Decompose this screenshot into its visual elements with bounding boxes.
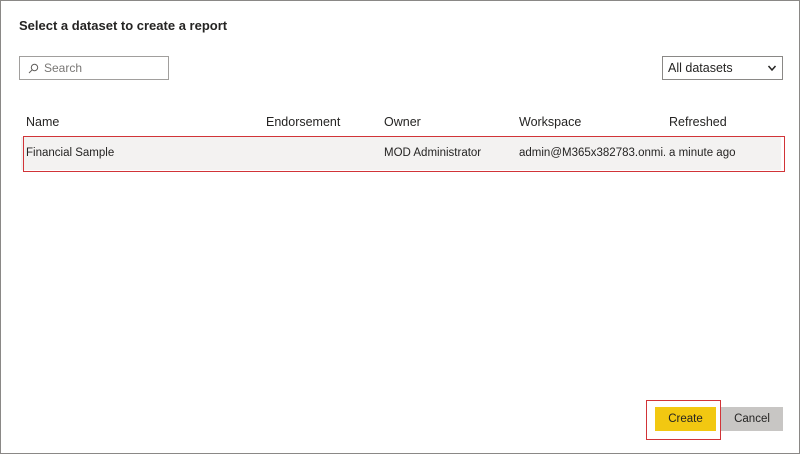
column-header-owner[interactable]: Owner xyxy=(384,115,421,129)
table-header: Name Endorsement Owner Workspace Refresh… xyxy=(19,109,785,135)
cell-owner: MOD Administrator xyxy=(384,147,482,159)
table-row[interactable]: Financial Sample MOD Administrator admin… xyxy=(21,137,781,170)
column-header-workspace[interactable]: Workspace xyxy=(519,115,581,129)
column-header-name[interactable]: Name xyxy=(26,115,59,129)
search-box[interactable] xyxy=(19,56,169,80)
datasets-table: Name Endorsement Owner Workspace Refresh… xyxy=(19,109,785,172)
create-button[interactable]: Create xyxy=(655,407,716,431)
dataset-filter-value: All datasets xyxy=(668,61,733,75)
dataset-dialog: Select a dataset to create a report All … xyxy=(0,0,800,454)
cell-refreshed: a minute ago xyxy=(669,147,736,159)
dialog-title: Select a dataset to create a report xyxy=(19,18,228,33)
column-header-refreshed[interactable]: Refreshed xyxy=(669,115,727,129)
cell-name: Financial Sample xyxy=(26,147,115,159)
chevron-down-icon xyxy=(767,63,777,73)
cancel-button[interactable]: Cancel xyxy=(721,407,783,431)
dataset-filter-dropdown[interactable]: All datasets xyxy=(662,56,783,80)
search-icon xyxy=(22,57,44,79)
cell-workspace: admin@M365x382783.onmi... xyxy=(519,147,665,159)
column-header-endorsement[interactable]: Endorsement xyxy=(266,115,340,129)
search-input[interactable] xyxy=(44,61,154,75)
